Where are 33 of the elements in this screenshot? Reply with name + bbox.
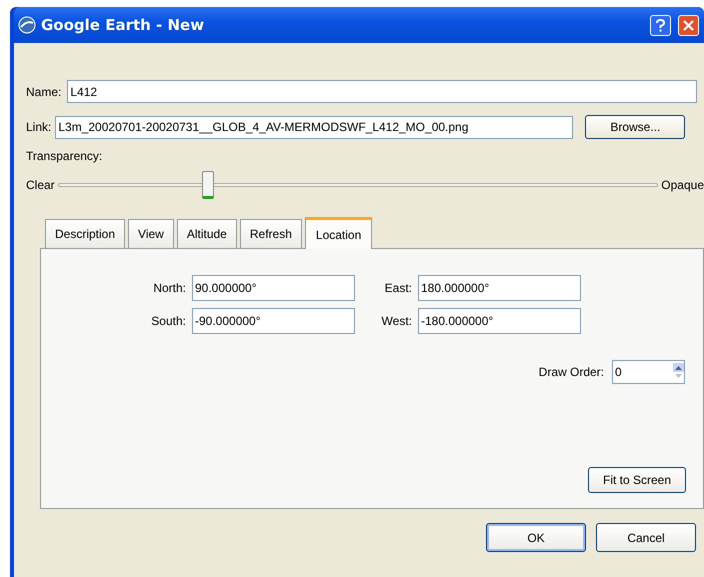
slider-thumb[interactable]: [202, 171, 214, 199]
close-button[interactable]: [678, 14, 699, 36]
field-label: West:: [382, 313, 412, 330]
coordinate-field[interactable]: -180.000000°: [418, 308, 581, 334]
draw-order-spinner[interactable]: 0: [612, 360, 685, 384]
help-button[interactable]: [650, 14, 671, 36]
coordinate-field[interactable]: 180.000000°: [418, 275, 581, 301]
coordinate-field[interactable]: -90.000000°: [192, 308, 355, 334]
field-label: East:: [384, 280, 412, 297]
tab[interactable]: Altitude: [176, 219, 237, 248]
tab[interactable]: Refresh: [240, 219, 302, 248]
dialog-button[interactable]: OK: [486, 523, 586, 552]
opaque-label: Opaque: [661, 177, 704, 194]
draw-order-label: Draw Order:: [538, 364, 604, 381]
fit-to-screen-button[interactable]: Fit to Screen: [588, 467, 686, 493]
close-icon: [683, 20, 694, 30]
help-icon: [656, 18, 665, 32]
link-label: Link:: [26, 119, 52, 136]
window-title: Google Earth - New: [41, 14, 206, 36]
link-field[interactable]: L3m_20020701-20020731__GLOB_4_AV-MERMODSWF_L412_MO_00.png: [55, 116, 574, 138]
transparency-label: Transparency:: [26, 148, 102, 165]
dialog-button[interactable]: Cancel: [596, 523, 696, 552]
globe-icon: [18, 16, 36, 34]
field-label: North:: [153, 280, 186, 297]
field-label: South:: [151, 313, 186, 330]
tab[interactable]: View: [128, 219, 174, 248]
browse-button[interactable]: Browse...: [585, 115, 686, 139]
tab[interactable]: Location: [304, 217, 372, 249]
clear-label: Clear: [26, 177, 55, 194]
coordinate-field[interactable]: 90.000000°: [192, 275, 355, 301]
tab[interactable]: Description: [45, 219, 126, 248]
name-label: Name:: [26, 84, 62, 100]
name-field[interactable]: L412: [67, 80, 698, 103]
